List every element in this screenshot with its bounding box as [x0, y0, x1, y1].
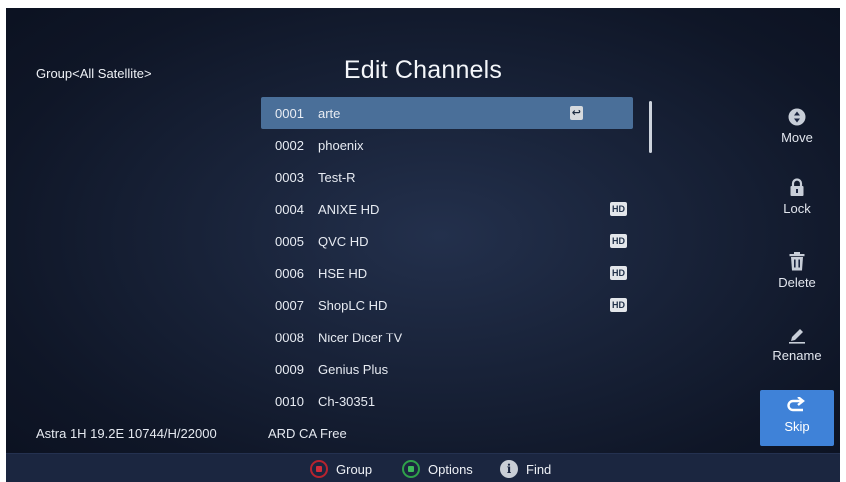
options-key[interactable]: Options	[402, 460, 473, 478]
page-title: Edit Channels	[343, 56, 503, 84]
channel-number: 0009	[275, 361, 304, 377]
channel-row[interactable]: 0001 arte ↩	[261, 97, 633, 129]
channel-number: 0004	[275, 201, 304, 217]
skip-button[interactable]: Skip	[760, 390, 834, 446]
group-key-label: Group	[336, 461, 373, 477]
group-key[interactable]: Group	[310, 460, 372, 478]
delete-button[interactable]: Delete	[760, 252, 834, 290]
channel-name: Nicer Dicer TV	[318, 329, 403, 345]
info-button-icon: i	[500, 460, 518, 478]
channel-name: phoenix	[318, 137, 364, 153]
channel-number: 0001	[275, 105, 304, 121]
channel-name: Genius Plus	[318, 361, 389, 377]
channel-row[interactable]: 0010 Ch-30351	[261, 385, 633, 417]
move-button[interactable]: Move	[760, 108, 834, 145]
footer-bar: Group Options i Find	[6, 453, 840, 482]
channel-row[interactable]: 0006 HSE HD HD	[261, 257, 633, 289]
channel-name: arte	[318, 105, 341, 121]
find-key-label: Find	[526, 461, 552, 477]
channel-row[interactable]: 0007 ShopLC HD HD	[261, 289, 633, 321]
channel-number: 0006	[275, 265, 304, 281]
lock-button[interactable]: Lock	[760, 178, 834, 216]
green-button-icon	[402, 460, 420, 478]
channel-row[interactable]: 0003 Test-R	[261, 161, 633, 193]
channel-number: 0010	[275, 393, 304, 409]
channel-name: ShopLC HD	[318, 297, 388, 313]
channel-name: ANIXE HD	[318, 201, 380, 217]
channel-row[interactable]: 0009 Genius Plus	[261, 353, 633, 385]
trash-icon	[789, 252, 805, 271]
hd-badge-icon: HD	[610, 234, 627, 248]
hd-badge-icon: HD	[610, 298, 627, 312]
move-label: Move	[781, 130, 813, 145]
tv-screen: Group<All Satellite> Edit Channels 0001 …	[6, 8, 840, 482]
skip-label: Skip	[784, 419, 810, 434]
options-key-label: Options	[428, 461, 473, 477]
satellite-info: Astra 1H 19.2E 10744/H/22000	[36, 426, 217, 441]
channel-name: HSE HD	[318, 265, 368, 281]
pencil-icon	[789, 329, 805, 344]
channel-number: 0005	[275, 233, 304, 249]
red-button-icon	[310, 460, 328, 478]
lock-icon	[790, 178, 804, 196]
move-icon	[788, 108, 806, 126]
delete-label: Delete	[778, 275, 816, 290]
hd-badge-icon: HD	[610, 202, 627, 216]
channel-number: 0002	[275, 137, 304, 153]
list-scrollbar[interactable]	[649, 101, 652, 153]
channel-row[interactable]: 0008 Nicer Dicer TV	[261, 321, 633, 353]
channel-list[interactable]: 0001 arte ↩ 0002 phoenix 0003 Test-R 000…	[261, 97, 633, 417]
channel-row[interactable]: 0002 phoenix	[261, 129, 633, 161]
channel-name: Ch-30351	[318, 393, 376, 409]
channel-row[interactable]: 0004 ANIXE HD HD	[261, 193, 633, 225]
find-key[interactable]: i Find	[500, 460, 551, 478]
channel-row[interactable]: 0005 QVC HD HD	[261, 225, 633, 257]
lock-label: Lock	[783, 201, 811, 216]
channel-info: ARD CA Free	[268, 426, 347, 441]
hd-badge-icon: HD	[610, 266, 627, 280]
channel-name: QVC HD	[318, 233, 369, 249]
rename-button[interactable]: Rename	[760, 326, 834, 363]
skip-arrow-icon	[787, 397, 805, 412]
channel-name: Test-R	[318, 169, 356, 185]
rename-label: Rename	[772, 348, 822, 363]
skip-mark-icon: ↩	[569, 106, 583, 120]
channel-number: 0003	[275, 169, 304, 185]
channel-number: 0008	[275, 329, 304, 345]
channel-number: 0007	[275, 297, 304, 313]
